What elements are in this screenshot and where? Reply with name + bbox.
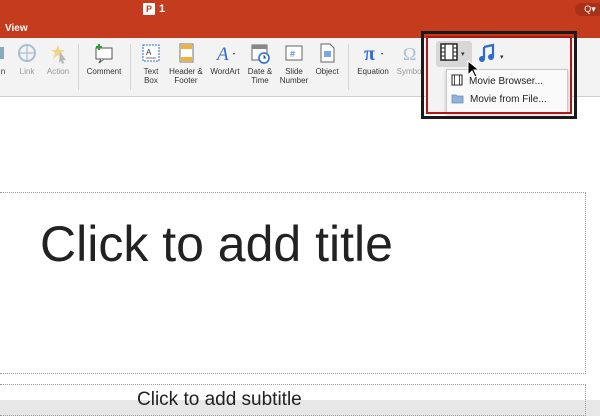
symbol-icon: Ω	[399, 42, 421, 64]
partial-tool-label: n	[0, 67, 6, 76]
comment-label: Comment	[86, 67, 122, 76]
svg-text:#: #	[290, 49, 295, 59]
wordart-label: WordArt	[210, 67, 240, 76]
text-box-button[interactable]: A Text Box	[137, 42, 165, 85]
text-box-label: Text Box	[143, 67, 159, 85]
comment-icon	[93, 42, 115, 64]
subtitle-placeholder[interactable]: Click to add subtitle	[0, 384, 586, 416]
document-name: 1	[159, 3, 166, 15]
partial-tool-button[interactable]: n	[0, 42, 10, 76]
header-footer-label: Header & Footer	[169, 67, 203, 85]
partial-icon	[0, 42, 14, 64]
ribbon-separator	[348, 44, 349, 90]
title-placeholder-text: Click to add title	[40, 216, 393, 272]
slide-canvas: Click to add title Click to add subtitle	[0, 97, 600, 416]
highlight-frame-inner	[426, 36, 572, 114]
date-time-icon	[249, 42, 271, 64]
svg-text:Ω: Ω	[403, 44, 416, 64]
object-icon	[316, 42, 338, 64]
ribbon-separator	[130, 44, 131, 90]
symbol-label: Symbol	[396, 67, 424, 76]
svg-text:A: A	[215, 44, 229, 64]
header-footer-button[interactable]: Header & Footer	[167, 42, 205, 85]
action-button[interactable]: Action	[44, 42, 72, 76]
slide-number-icon: #	[283, 42, 305, 64]
wordart-button[interactable]: A WordArt	[207, 42, 243, 76]
link-icon	[16, 42, 38, 64]
comment-button[interactable]: Comment	[84, 42, 124, 76]
link-label: Link	[19, 67, 35, 76]
header-footer-icon	[175, 42, 197, 64]
title-bar: P 1 Q▾	[0, 0, 600, 20]
slide-number-button[interactable]: # Slide Number	[277, 42, 311, 85]
svg-text:π: π	[364, 43, 375, 64]
slide-number-label: Slide Number	[279, 67, 309, 85]
search-button[interactable]: Q▾	[575, 3, 600, 16]
action-label: Action	[46, 67, 70, 76]
equation-label: Equation	[357, 67, 389, 76]
mouse-cursor-icon	[467, 59, 481, 83]
wordart-icon: A	[214, 42, 236, 64]
subtitle-placeholder-text: Click to add subtitle	[137, 389, 302, 410]
powerpoint-icon: P	[143, 3, 155, 15]
date-time-label: Date & Time	[247, 67, 273, 85]
search-icon: Q▾	[584, 4, 596, 14]
object-label: Object	[315, 67, 339, 76]
text-box-icon: A	[140, 42, 162, 64]
date-time-button[interactable]: Date & Time	[245, 42, 275, 85]
action-icon	[47, 42, 69, 64]
link-button[interactable]: Link	[14, 42, 40, 76]
equation-icon: π	[362, 42, 384, 64]
document-title: P 1	[143, 3, 165, 15]
svg-text:A: A	[146, 48, 152, 57]
equation-button[interactable]: π Equation	[354, 42, 392, 76]
tab-view[interactable]: View	[5, 23, 28, 34]
ribbon-separator	[78, 44, 79, 90]
object-button[interactable]: Object	[313, 42, 341, 76]
